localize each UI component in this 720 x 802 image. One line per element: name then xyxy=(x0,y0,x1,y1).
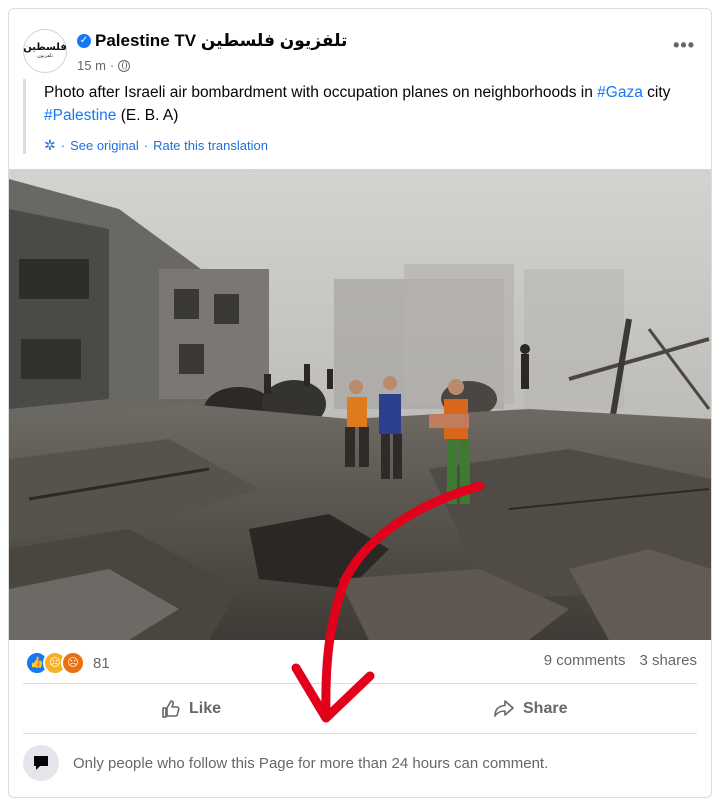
globe-icon[interactable] xyxy=(118,59,131,72)
hashtag-palestine-link[interactable]: #Palestine xyxy=(44,107,116,124)
shares-count-link[interactable]: 3 shares xyxy=(639,652,697,669)
page-name-row: ✓ Palestine TV تلفزيون فلسطين xyxy=(77,31,347,51)
post-text: Photo after Israeli air bombardment with… xyxy=(44,79,699,127)
post-translation: Photo after Israeli air bombardment with… xyxy=(23,79,699,154)
post-photo[interactable] xyxy=(9,169,711,640)
hashtag-gaza-link[interactable]: #Gaza xyxy=(597,84,643,101)
divider xyxy=(23,683,697,684)
comment-notice-text: Only people who follow this Page for mor… xyxy=(73,754,549,772)
comment-bubble-icon xyxy=(23,745,59,781)
reactions-summary[interactable]: 👍 ☹ ☹ 81 xyxy=(25,651,110,675)
share-arrow-icon xyxy=(494,700,514,717)
share-label: Share xyxy=(523,700,568,717)
translation-links: ✲ · See original · Rate this translation xyxy=(44,137,699,154)
reaction-count[interactable]: 81 xyxy=(93,655,110,672)
dot-separator: · xyxy=(143,138,149,153)
post-text-part: (E. B. A) xyxy=(116,107,179,124)
post-header: فلسطين تلفزيون ✓ Palestine TV تلفزيون فل… xyxy=(23,25,711,77)
page-avatar[interactable]: فلسطين تلفزيون xyxy=(23,29,67,73)
angry-reaction-icon: ☹ xyxy=(61,651,85,675)
post-meta: 15 m · xyxy=(77,58,131,73)
verified-badge-icon: ✓ xyxy=(77,34,91,48)
like-label: Like xyxy=(189,700,222,717)
thumbs-up-icon xyxy=(162,700,180,718)
see-original-link[interactable]: See original xyxy=(70,138,139,153)
gear-icon[interactable]: ✲ xyxy=(44,137,56,154)
like-button[interactable]: Like xyxy=(161,691,221,727)
avatar-logo-text: فلسطين xyxy=(23,42,67,53)
rate-translation-link[interactable]: Rate this translation xyxy=(153,138,268,153)
facebook-post-card: فلسطين تلفزيون ✓ Palestine TV تلفزيون فل… xyxy=(8,8,712,798)
post-text-part: Photo after Israeli air bombardment with… xyxy=(44,84,598,101)
engagement-counts: 9 comments 3 shares xyxy=(544,652,697,669)
post-timestamp[interactable]: 15 m xyxy=(77,58,106,73)
post-text-part: city xyxy=(642,84,671,101)
dot-separator: · xyxy=(60,138,66,153)
photo-illustration xyxy=(9,169,711,640)
share-button[interactable]: Share xyxy=(493,691,567,727)
comment-restriction-notice: Only people who follow this Page for mor… xyxy=(23,742,697,784)
avatar-logo-subtext: تلفزيون xyxy=(37,53,53,59)
page-name[interactable]: Palestine TV تلفزيون فلسطين xyxy=(95,31,347,51)
divider xyxy=(23,733,697,734)
meta-separator: · xyxy=(109,58,115,73)
more-options-icon[interactable]: ••• xyxy=(673,35,695,56)
comments-count-link[interactable]: 9 comments xyxy=(544,652,626,669)
